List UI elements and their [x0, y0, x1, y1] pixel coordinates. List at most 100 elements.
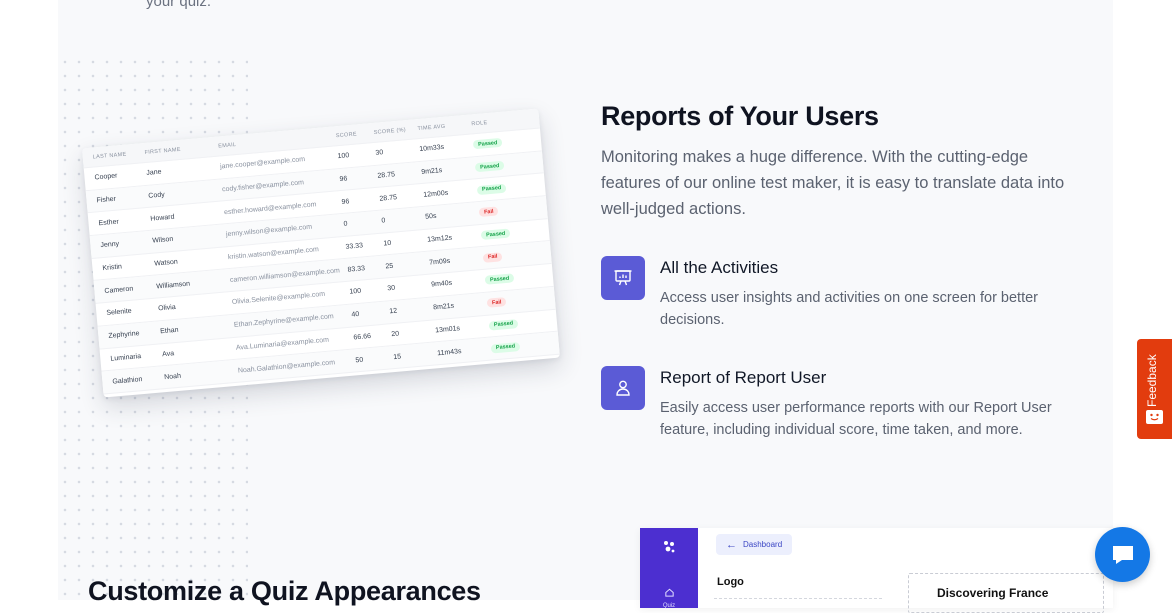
cell-first-name: Cody: [148, 191, 165, 200]
cell-time-avg: 7m09s: [428, 257, 451, 267]
table-body: Cooper Jane jane.cooper@example.com 100 30 10…: [83, 128, 560, 395]
preview-sidebar: Quiz: [640, 528, 698, 609]
section-title: Reports of Your Users: [601, 101, 879, 131]
header-score: Score: [335, 130, 358, 139]
feedback-tab[interactable]: Feedback: [1137, 339, 1172, 439]
feature-desc-report-user: Easily access user performance reports w…: [660, 400, 1052, 438]
cell-time-avg: 50s: [425, 213, 437, 222]
feature-title-activities: All the Activities: [660, 258, 779, 277]
header-last-name: Last Name: [92, 151, 127, 161]
cell-last-name: Selenite: [106, 308, 132, 318]
preview-nav-quiz: Quiz: [656, 585, 682, 609]
feedback-label: Feedback: [1145, 354, 1159, 407]
cell-score-percent: 25: [385, 262, 394, 271]
cell-score: 33.33: [345, 242, 364, 251]
cell-time-avg: 11m43s: [436, 347, 462, 357]
cell-email: Ava.Luminaria@example.com: [235, 336, 330, 352]
cell-score: 66.66: [353, 332, 372, 342]
customize-section-title: Customize a Quiz Appearances: [88, 576, 481, 606]
cell-time-avg: 10m33s: [419, 144, 445, 154]
dashboard-back-button: ← Dashboard: [716, 534, 793, 555]
presentation-chart-icon: [601, 256, 645, 300]
home-icon: [664, 588, 674, 597]
cell-last-name: Cooper: [94, 172, 118, 182]
cell-role: Passed: [476, 181, 538, 195]
cell-score: 100: [337, 152, 350, 161]
cell-last-name: Fisher: [96, 195, 117, 205]
cell-time-avg: 12m00s: [423, 189, 449, 199]
header-email: Email: [218, 141, 237, 150]
status-badge: Passed: [490, 341, 521, 354]
cell-score-percent: 30: [375, 149, 384, 158]
cell-last-name: Galathion: [112, 375, 143, 386]
brand-logo-icon: [664, 541, 675, 553]
cell-role: Passed: [472, 135, 534, 150]
cell-first-name: Wilson: [152, 236, 174, 246]
cell-last-name: Cameron: [104, 285, 134, 295]
user-icon: [601, 366, 645, 410]
status-badge: Fail: [486, 297, 507, 308]
cell-score-percent: 0: [381, 217, 386, 226]
cell-role: Passed: [474, 158, 536, 173]
header-role: Role: [471, 119, 488, 127]
cell-email: cody.fisher@example.com: [221, 179, 305, 194]
status-badge: Passed: [474, 160, 505, 173]
cell-role: Fail: [482, 248, 544, 263]
cell-last-name: Kristin: [102, 263, 123, 273]
cell-time-avg: 13m01s: [434, 325, 461, 335]
feature-title-report-user: Report of Report User: [660, 368, 827, 387]
cell-first-name: Williamson: [156, 280, 191, 291]
cell-first-name: Ethan: [159, 326, 179, 336]
cell-score: 83.33: [347, 265, 366, 274]
cell-score: 0: [343, 220, 348, 229]
arrow-left-icon: ←: [726, 538, 737, 551]
preview-logo-label: Logo: [717, 576, 744, 588]
cell-email: cameron.williamson@example.com: [229, 267, 341, 284]
cell-score-percent: 20: [391, 330, 400, 339]
cell-first-name: Watson: [154, 258, 179, 268]
report-table-illustration: Last Name First Name Email Score Score (…: [81, 108, 561, 398]
header-time-avg: Time Avg: [417, 123, 446, 132]
status-badge: Passed: [472, 138, 503, 150]
chat-button[interactable]: [1095, 527, 1150, 582]
cell-last-name: Zephyrine: [108, 330, 140, 340]
header-first-name: First Name: [144, 146, 181, 156]
cell-time-avg: 9m40s: [430, 280, 453, 289]
header-score-percent: Score (%): [373, 126, 407, 136]
cell-last-name: Esther: [98, 218, 120, 227]
cell-score-percent: 28.75: [379, 193, 398, 203]
preview-quiz-title: Discovering France: [937, 586, 1049, 600]
cell-score: 100: [349, 288, 362, 297]
cell-first-name: Jane: [146, 168, 162, 178]
cell-score: 96: [341, 198, 350, 206]
cell-email: Ethan.Zephyrine@example.com: [233, 313, 335, 330]
section-lead: Monitoring makes a huge difference. With…: [601, 148, 1065, 218]
cell-first-name: Howard: [150, 213, 175, 223]
cell-email: jane.cooper@example.com: [219, 156, 306, 171]
cell-first-name: Ava: [161, 350, 175, 359]
preview-divider: [714, 598, 882, 599]
cell-first-name: Olivia: [157, 304, 177, 313]
cell-role: Fail: [486, 294, 548, 308]
cell-score-percent: 30: [387, 285, 396, 293]
cell-score-percent: 12: [389, 307, 398, 316]
cell-time-avg: 13m12s: [426, 234, 453, 244]
cell-email: Noah.Galathion@example.com: [237, 358, 336, 375]
status-badge: Passed: [484, 273, 515, 286]
cell-score: 96: [339, 175, 348, 184]
preview-nav-label: Quiz: [662, 603, 676, 609]
dashboard-back-label: Dashboard: [743, 540, 783, 549]
cell-score-percent: 10: [383, 239, 392, 248]
cell-email: jenny.wilson@example.com: [225, 224, 313, 239]
previous-section-text: your quiz.: [146, 0, 212, 10]
cell-score: 40: [351, 311, 360, 319]
cell-score-percent: 28.75: [377, 171, 396, 180]
cell-email: kristin.watson@example.com: [227, 246, 320, 262]
feedback-face-icon: [1146, 410, 1163, 424]
cell-email: esther.howard@example.com: [223, 200, 317, 216]
cell-role: Fail: [478, 203, 540, 218]
cell-score-percent: 15: [393, 352, 402, 361]
cell-first-name: Noah: [163, 372, 182, 381]
status-badge: Fail: [478, 206, 499, 218]
status-badge: Passed: [476, 183, 507, 195]
